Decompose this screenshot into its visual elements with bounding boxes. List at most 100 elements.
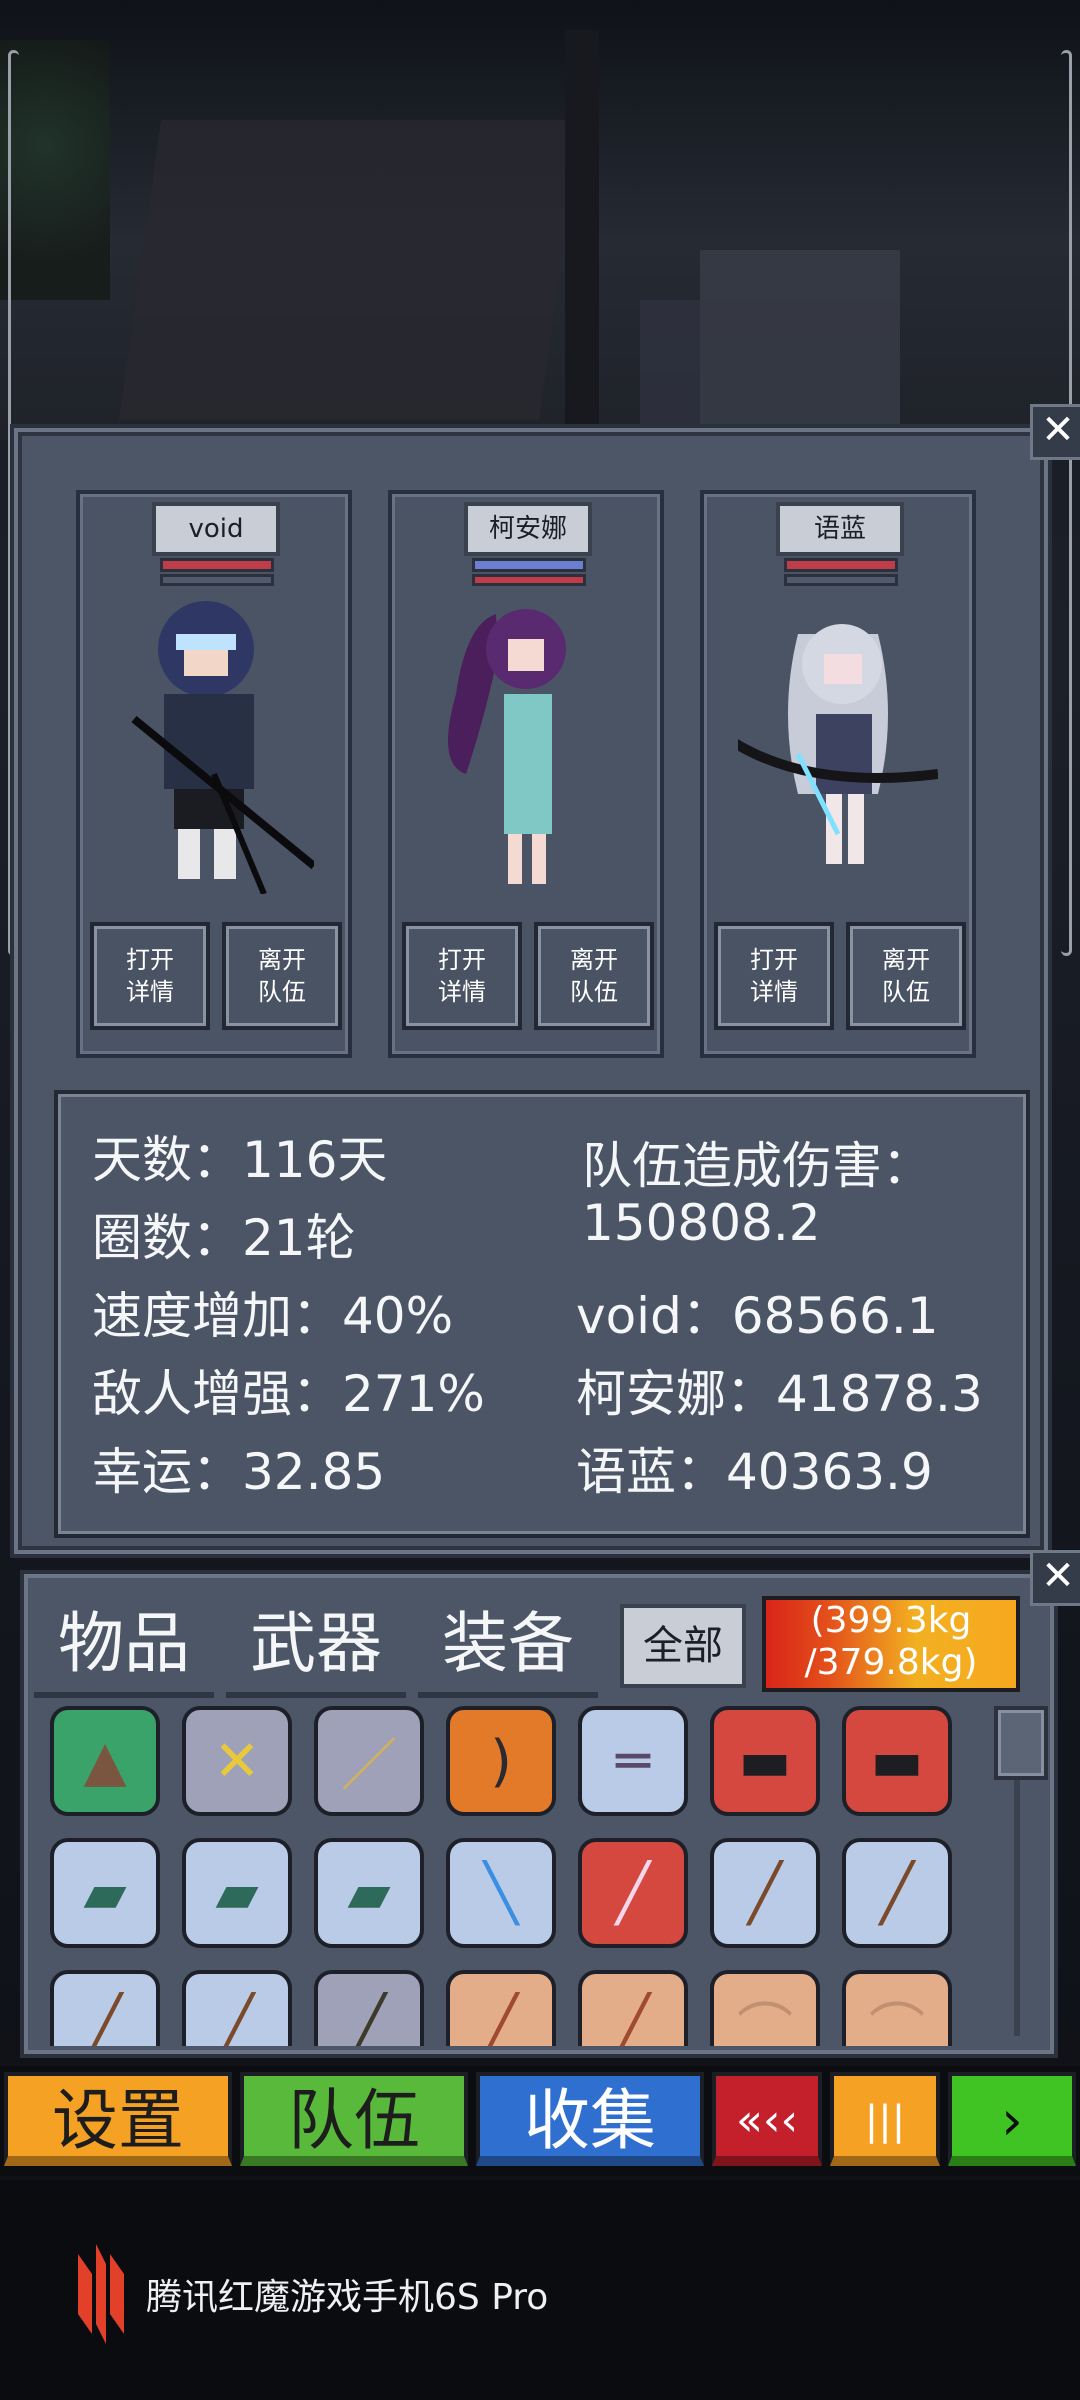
item-slot-launcher-icon[interactable]: ▰ bbox=[182, 1838, 292, 1948]
item-slot-club-icon[interactable]: ╱ bbox=[578, 1970, 688, 2046]
red-magic-logo-icon bbox=[78, 2244, 124, 2344]
item-slot-gun-icon[interactable]: ▬ bbox=[710, 1706, 820, 1816]
character-sprite-keanna bbox=[448, 609, 566, 884]
open-details-button[interactable]: 打开 详情 bbox=[402, 922, 522, 1030]
item-slot-knife-icon[interactable]: ╱ bbox=[182, 1970, 292, 2046]
open-details-button[interactable]: 打开 详情 bbox=[714, 922, 834, 1030]
button-line: 队伍 bbox=[258, 978, 306, 1006]
tab-items[interactable]: 物品 bbox=[34, 1596, 214, 1698]
button-line: 离开 bbox=[570, 946, 618, 974]
close-team-panel-icon[interactable]: ✕ bbox=[1030, 404, 1080, 460]
item-slot-rifle-icon[interactable]: ═ bbox=[578, 1706, 688, 1816]
damage-yulan: 语蓝：40363.9 bbox=[576, 1443, 933, 1501]
brand-text: 腾讯红魔游戏手机6S Pro bbox=[146, 2277, 549, 2318]
button-line: 离开 bbox=[258, 946, 306, 974]
leave-team-button[interactable]: 离开 队伍 bbox=[222, 922, 342, 1030]
weight-current: (399.3kg bbox=[810, 1600, 972, 1641]
leave-team-button[interactable]: 离开 队伍 bbox=[534, 922, 654, 1030]
item-slot-knife-icon[interactable]: ╱ bbox=[50, 1970, 160, 2046]
sniper-icon: ╱ bbox=[352, 1992, 386, 2047]
hp-bar bbox=[472, 558, 586, 572]
launcher-icon: ▰ bbox=[215, 1860, 259, 1926]
dual-blade-icon: ✕ bbox=[213, 1728, 261, 1794]
stat-enemy-boost: 敌人增强：271% bbox=[92, 1365, 485, 1423]
rewind-button[interactable]: «‹‹ bbox=[712, 2072, 822, 2166]
item-slot-ice-sword-icon[interactable]: ╲ bbox=[446, 1838, 556, 1948]
team-damage-value: 150808.2 bbox=[582, 1194, 821, 1252]
button-line: 队伍 bbox=[570, 978, 618, 1006]
character-name: 语蓝 bbox=[776, 502, 904, 556]
item-slot-launcher-icon[interactable]: ▰ bbox=[314, 1838, 424, 1948]
ice-sword-icon: ╲ bbox=[484, 1860, 518, 1926]
launcher-icon: ▰ bbox=[347, 1860, 391, 1926]
damage-void: void：68566.1 bbox=[576, 1287, 939, 1345]
character-name: 柯安娜 bbox=[464, 502, 592, 556]
character-card-keanna: 柯安娜 打开 详情 离开 队伍 bbox=[388, 490, 664, 1058]
stat-days: 天数：116天 bbox=[92, 1131, 388, 1189]
knife-icon: ╱ bbox=[880, 1860, 914, 1926]
weight-indicator: (399.3kg /379.8kg) bbox=[762, 1596, 1020, 1692]
item-slot-boar-icon[interactable]: ▲ bbox=[50, 1706, 160, 1816]
character-sprite-yulan bbox=[738, 624, 938, 864]
hp-bar bbox=[784, 558, 898, 572]
item-slot-boomerang-icon[interactable]: ⌒ bbox=[842, 1970, 952, 2046]
boar-icon: ▲ bbox=[83, 1728, 127, 1794]
play-button[interactable]: › bbox=[948, 2072, 1076, 2166]
stat-luck: 幸运：32.85 bbox=[92, 1443, 386, 1501]
item-slot-sniper-icon[interactable]: ╱ bbox=[314, 1970, 424, 2046]
stat-speed: 速度增加：40% bbox=[92, 1287, 454, 1345]
button-line: 打开 bbox=[750, 946, 798, 974]
item-slot-spear-icon[interactable]: ／ bbox=[314, 1706, 424, 1816]
item-slot-dual-blade-icon[interactable]: ✕ bbox=[182, 1706, 292, 1816]
weight-max: /379.8kg) bbox=[804, 1642, 978, 1683]
stats-box: 天数：116天 圈数：21轮 速度增加：40% 敌人增强：271% 幸运：32.… bbox=[54, 1090, 1030, 1538]
item-slot-launcher-icon[interactable]: ▰ bbox=[50, 1838, 160, 1948]
bow-icon: ) bbox=[490, 1728, 512, 1794]
character-card-void: void 打开 详情 离开 队伍 bbox=[76, 490, 352, 1058]
mp-bar bbox=[472, 574, 586, 586]
boomerang-icon: ⌒ bbox=[869, 1997, 925, 2047]
button-line: 详情 bbox=[126, 978, 174, 1006]
tab-equipment[interactable]: 装备 bbox=[418, 1596, 598, 1698]
inventory-grid: ▲ ✕ ／ ) ═ ▬ ▬ ▰ ▰ ▰ ╲ ╱ ╱ ╱ ╱ ╱ ╱ ╱ ╱ ⌒ … bbox=[50, 1706, 960, 2046]
item-slot-crystal-sword-icon[interactable]: ╱ bbox=[578, 1838, 688, 1948]
pause-button[interactable]: ||| bbox=[830, 2072, 940, 2166]
item-slot-gun-icon[interactable]: ▬ bbox=[842, 1706, 952, 1816]
team-button[interactable]: 队伍 bbox=[240, 2072, 468, 2166]
boomerang-icon: ⌒ bbox=[737, 1997, 793, 2047]
item-slot-knife-icon[interactable]: ╱ bbox=[710, 1838, 820, 1948]
close-inventory-panel-icon[interactable]: ✕ bbox=[1030, 1550, 1080, 1606]
spear-icon: ／ bbox=[341, 1733, 397, 1799]
button-line: 打开 bbox=[126, 946, 174, 974]
mp-bar bbox=[784, 574, 898, 586]
item-slot-knife-icon[interactable]: ╱ bbox=[842, 1838, 952, 1948]
leave-team-button[interactable]: 离开 队伍 bbox=[846, 922, 966, 1030]
frame-right bbox=[1061, 50, 1072, 956]
collect-button[interactable]: 收集 bbox=[476, 2072, 704, 2166]
button-line: 打开 bbox=[438, 946, 486, 974]
open-details-button[interactable]: 打开 详情 bbox=[90, 922, 210, 1030]
inventory-scrollbar-handle[interactable] bbox=[994, 1706, 1048, 1780]
item-slot-bow-icon[interactable]: ) bbox=[446, 1706, 556, 1816]
launcher-icon: ▰ bbox=[83, 1860, 127, 1926]
club-icon: ╱ bbox=[484, 1992, 518, 2047]
item-slot-boomerang-icon[interactable]: ⌒ bbox=[710, 1970, 820, 2046]
button-line: 离开 bbox=[882, 946, 930, 974]
knife-icon: ╱ bbox=[220, 1992, 254, 2047]
brand-watermark: 腾讯红魔游戏手机6S Pro bbox=[68, 2244, 548, 2344]
inventory-scroll-track[interactable] bbox=[1014, 1776, 1020, 2036]
gun-icon: ▬ bbox=[870, 1728, 924, 1794]
filter-all-button[interactable]: 全部 bbox=[620, 1604, 746, 1688]
team-damage-label: 队伍造成伤害： bbox=[582, 1137, 932, 1195]
rifle-icon: ═ bbox=[616, 1728, 650, 1794]
stat-laps: 圈数：21轮 bbox=[92, 1209, 356, 1267]
tab-weapons[interactable]: 武器 bbox=[226, 1596, 406, 1698]
item-slot-club-icon[interactable]: ╱ bbox=[446, 1970, 556, 2046]
button-line: 详情 bbox=[438, 978, 486, 1006]
settings-button[interactable]: 设置 bbox=[4, 2072, 232, 2166]
damage-keanna: 柯安娜：41878.3 bbox=[576, 1365, 983, 1423]
hp-bar bbox=[160, 558, 274, 572]
character-card-yulan: 语蓝 打开 详情 离开 队伍 bbox=[700, 490, 976, 1058]
gun-icon: ▬ bbox=[738, 1728, 792, 1794]
knife-icon: ╱ bbox=[88, 1992, 122, 2047]
